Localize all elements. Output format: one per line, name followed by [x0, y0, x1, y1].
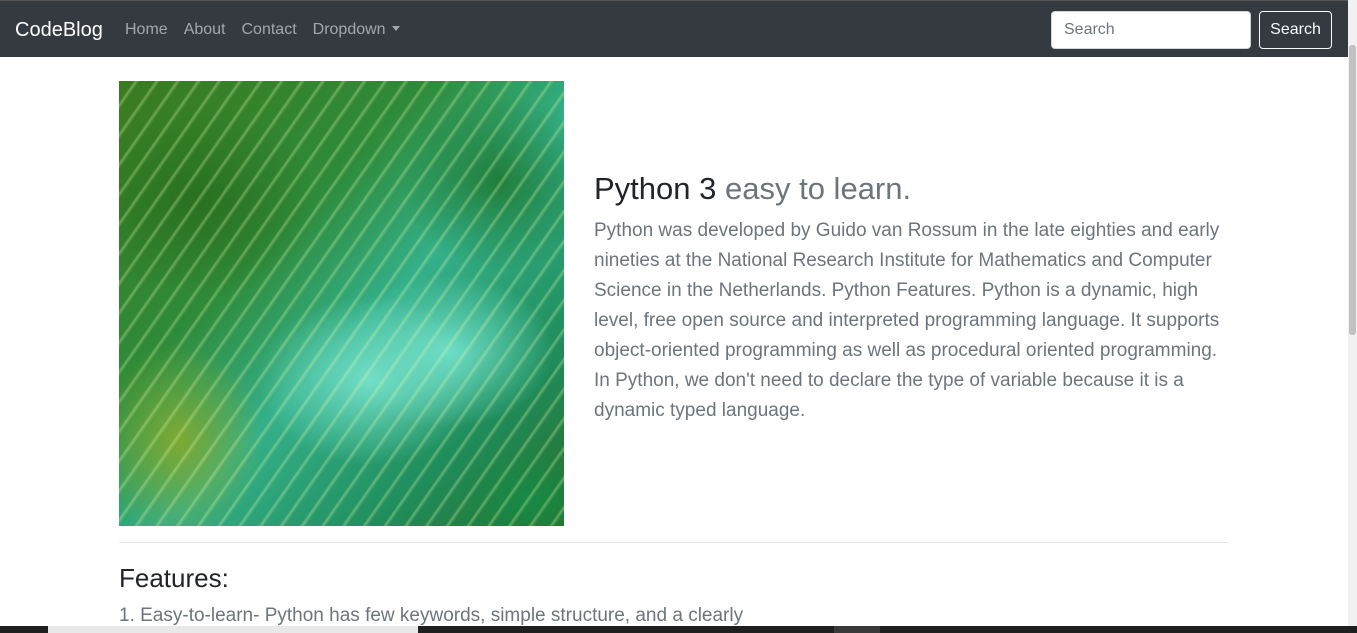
- navbar: CodeBlog Home About Contact Dropdown Sea…: [0, 0, 1348, 57]
- page-scrollbar[interactable]: [1348, 0, 1357, 626]
- features-heading: Features:: [119, 563, 229, 593]
- hero-title: Python 3 easy to learn.: [594, 170, 911, 208]
- feature-item-1: 1. Easy-to-learn- Python has few keyword…: [119, 605, 744, 626]
- hero-description: Python was developed by Guido van Rossum…: [594, 220, 1220, 421]
- os-taskbar: [0, 626, 1357, 633]
- brand-logo[interactable]: CodeBlog: [15, 18, 103, 42]
- caret-down-icon: [391, 26, 400, 31]
- hero-title-main: Python 3: [594, 171, 717, 206]
- nav-links: Home About Contact Dropdown: [125, 20, 400, 40]
- nav-link-contact[interactable]: Contact: [242, 20, 297, 40]
- hero-image: [119, 81, 564, 526]
- search-button[interactable]: Search: [1259, 11, 1332, 49]
- nav-link-home[interactable]: Home: [125, 20, 168, 40]
- hero-title-muted: easy to learn.: [725, 171, 912, 206]
- scrollbar-thumb[interactable]: [1349, 45, 1356, 335]
- section-divider: [119, 542, 1228, 543]
- taskbar-window-segment[interactable]: [48, 626, 418, 633]
- nav-link-about[interactable]: About: [184, 20, 226, 40]
- taskbar-active-segment[interactable]: [834, 626, 880, 633]
- image-ripple-texture: [119, 81, 564, 526]
- search-input[interactable]: [1051, 11, 1251, 49]
- nav-dropdown-toggle[interactable]: Dropdown: [313, 20, 400, 40]
- nav-dropdown-label: Dropdown: [312, 21, 386, 38]
